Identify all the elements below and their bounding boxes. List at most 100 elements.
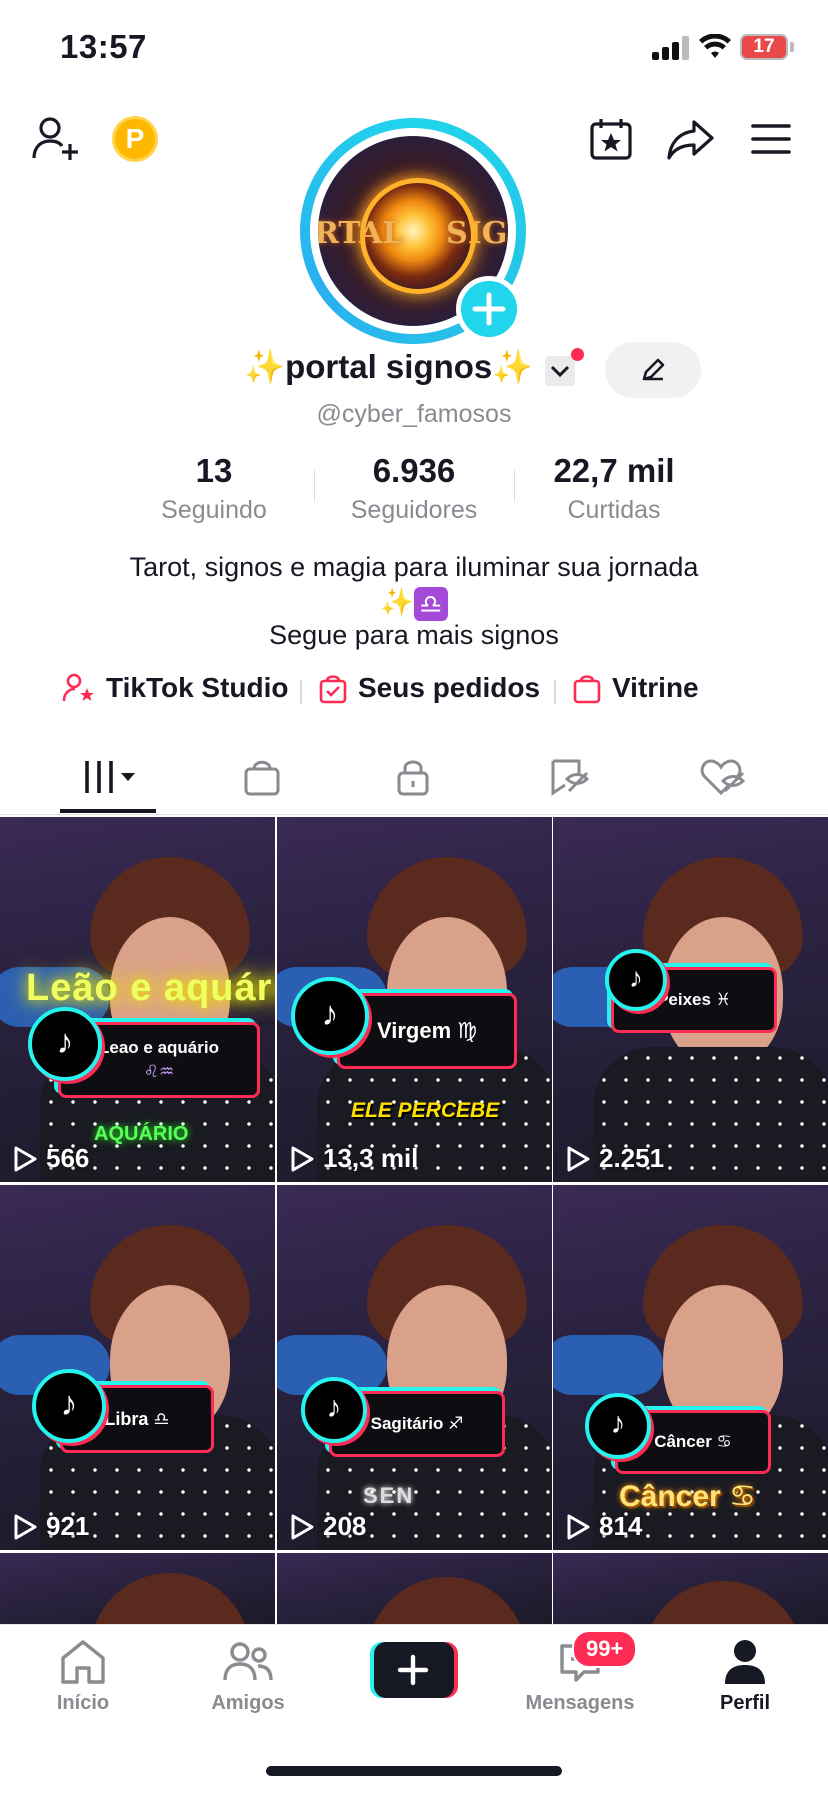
video-overlay-text: SEN: [363, 1483, 415, 1508]
account-switch-chevron-icon[interactable]: [545, 356, 575, 386]
video-overlay-text: Leão e aquário: [26, 967, 275, 1009]
add-friend-icon[interactable]: [32, 116, 82, 162]
video-caption: Leao e aquário: [99, 1038, 219, 1057]
play-icon: [14, 1514, 37, 1539]
sparkle-icon: ✨: [380, 587, 414, 617]
link-label: Seus pedidos: [358, 672, 541, 703]
pencil-icon: [642, 358, 665, 381]
nav-home[interactable]: Início: [3, 1636, 163, 1715]
video-overlay-text: AQUÁRIO: [94, 1123, 189, 1145]
battery-tip: [790, 42, 794, 52]
video-thumbnail[interactable]: Virgem ♍ ♪ ELE PERCEBE 13,3 mil: [277, 817, 552, 1182]
nav-friends[interactable]: Amigos: [168, 1636, 328, 1715]
libra-icon: ♎: [413, 586, 448, 621]
play-icon: [14, 1146, 37, 1171]
display-name: ✨portal signos✨: [244, 348, 534, 385]
home-indicator: [266, 1766, 562, 1776]
profile-icon: [725, 1640, 765, 1684]
tab-active-indicator: [60, 809, 156, 813]
create-button[interactable]: [370, 1642, 458, 1698]
stat-followers[interactable]: 6.936 Seguidores: [314, 452, 514, 525]
nav-profile[interactable]: Perfil: [665, 1636, 825, 1715]
stat-label: Curtidas: [567, 496, 661, 524]
video-thumbnail[interactable]: Câncer ♋ ♪ Câncer ♋ 814: [553, 1185, 828, 1550]
view-count: 208: [323, 1511, 367, 1541]
video-overlay-text: Câncer ♋: [619, 1480, 756, 1513]
view-count: 2.251: [599, 1143, 665, 1173]
video-views: 566: [12, 1143, 89, 1174]
tab-private[interactable]: [373, 746, 453, 808]
video-thumbnail[interactable]: Peixes ♓ ♪ 2.251: [553, 817, 828, 1182]
reposts-icon: [551, 759, 590, 796]
link-tiktok-studio[interactable]: TikTok Studio: [62, 672, 289, 704]
video-thumbnail[interactable]: Libra ♎ ♪ 921: [0, 1185, 275, 1550]
tiktok-logo-icon: ♪: [28, 1007, 102, 1081]
tiktok-logo-icon: ♪: [301, 1377, 367, 1443]
link-divider: [554, 680, 556, 704]
share-icon[interactable]: [666, 118, 716, 162]
lock-icon: [397, 760, 429, 796]
link-orders[interactable]: Seus pedidos: [318, 672, 540, 704]
tiktok-logo-icon: ♪: [291, 977, 369, 1055]
video-views: 208: [289, 1511, 366, 1542]
plus-icon: [472, 292, 506, 326]
coins-icon[interactable]: P: [112, 116, 158, 162]
home-icon: [61, 1640, 105, 1684]
edit-profile-button[interactable]: [605, 342, 701, 398]
bio-line: Tarot, signos e magia para iluminar sua …: [129, 552, 699, 582]
stat-label: Seguindo: [161, 496, 267, 524]
tab-reposts[interactable]: [529, 746, 609, 808]
wifi-icon: [699, 34, 731, 58]
video-views: 13,3 mil: [289, 1143, 418, 1174]
nav-label: Amigos: [211, 1692, 285, 1714]
play-icon: [291, 1146, 314, 1171]
view-count: 13,3 mil: [323, 1143, 419, 1173]
video-thumbnail[interactable]: Leão e aquário Leao e aquário ♌♒ ♪ AQUÁR…: [0, 817, 275, 1182]
stat-value: 22,7 mil: [553, 452, 675, 489]
tabs-divider: [0, 814, 828, 815]
battery-level: 17: [753, 36, 775, 57]
link-label: TikTok Studio: [106, 672, 289, 703]
username: @cyber_famosos: [316, 400, 512, 428]
tiktok-logo-icon: ♪: [32, 1369, 106, 1443]
tab-videos[interactable]: [70, 746, 150, 808]
bio-line: Segue para mais signos: [269, 620, 559, 650]
person-star-icon: [62, 673, 94, 702]
view-count: 566: [46, 1143, 90, 1173]
nav-label: Mensagens: [525, 1692, 635, 1714]
friends-icon: [223, 1642, 273, 1681]
liked-icon: [700, 759, 745, 796]
link-label: Vitrine: [612, 672, 699, 703]
play-icon: [291, 1514, 314, 1539]
tiktok-logo-icon: ♪: [585, 1393, 651, 1459]
calendar-star-icon[interactable]: [588, 116, 634, 162]
play-icon: [567, 1514, 590, 1539]
video-thumbnail[interactable]: Sagitário ♐ ♪ SEN 208: [277, 1185, 552, 1550]
view-count: 814: [599, 1511, 643, 1541]
nav-label: Perfil: [719, 1692, 771, 1714]
tab-shop[interactable]: [222, 746, 302, 808]
messages-badge: 99+: [572, 1630, 638, 1668]
link-showcase[interactable]: Vitrine: [572, 672, 699, 704]
stat-following[interactable]: 13 Seguindo: [114, 452, 314, 525]
shop-bag-icon: [573, 675, 601, 704]
tiktok-logo-icon: ♪: [605, 949, 667, 1011]
bio-emoji-line: ✨ ♎: [0, 586, 828, 621]
stat-label: Seguidores: [350, 496, 478, 524]
video-thumbnail[interactable]: [0, 1553, 275, 1625]
stat-likes[interactable]: 22,7 mil Curtidas: [514, 452, 714, 525]
status-time: 13:57: [60, 28, 147, 65]
video-views: 921: [12, 1511, 89, 1542]
signal-icon: [652, 36, 692, 60]
avatar-glow-ring: [360, 178, 476, 294]
add-avatar-button[interactable]: [456, 276, 522, 342]
play-icon: [567, 1146, 590, 1171]
tab-liked[interactable]: [682, 746, 762, 808]
video-views: 814: [565, 1511, 642, 1542]
video-thumbnail[interactable]: [553, 1553, 828, 1625]
video-thumbnail[interactable]: [277, 1553, 552, 1625]
notification-dot: [571, 348, 584, 361]
videos-grid-icon: [85, 761, 135, 793]
stat-value: 13: [195, 452, 233, 489]
menu-icon[interactable]: [750, 122, 792, 156]
